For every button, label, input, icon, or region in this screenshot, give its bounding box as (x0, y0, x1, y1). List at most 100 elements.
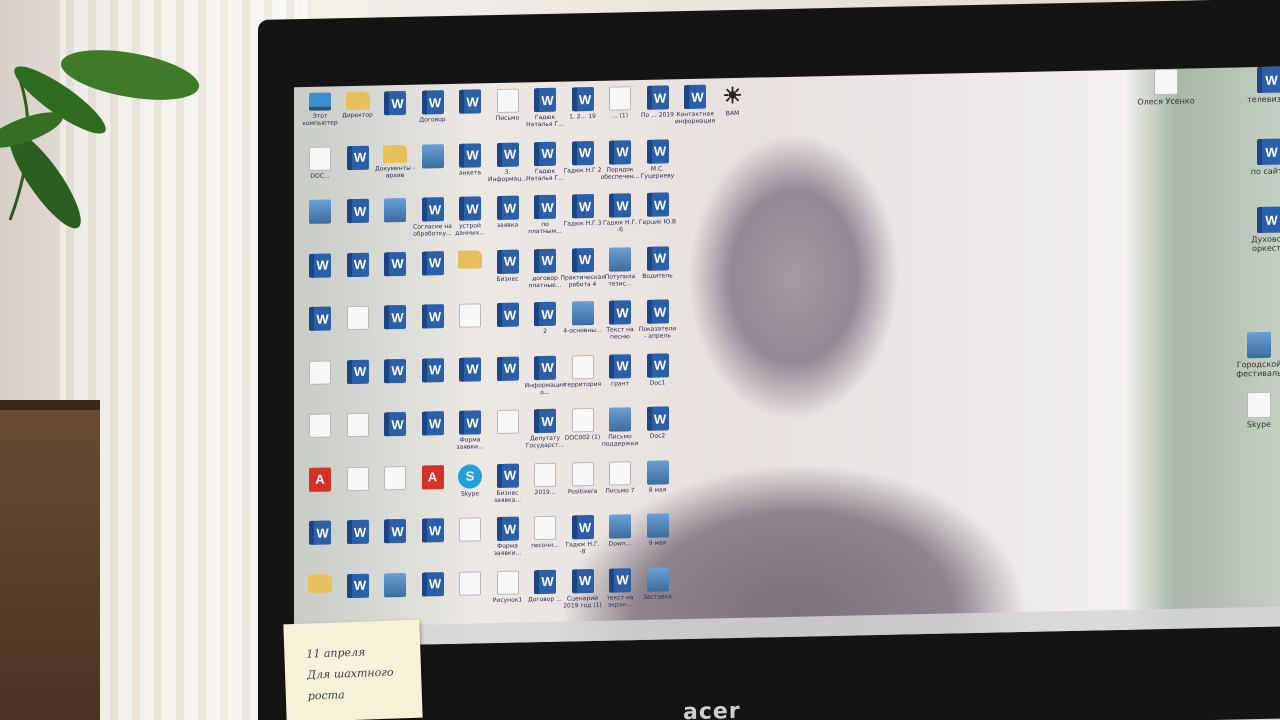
doc-icon-item[interactable] (450, 517, 490, 544)
word-document-icon-item[interactable]: W Гадюк Н.Г. -6 (600, 193, 640, 234)
sun-icon-item[interactable]: ☀ BAM (713, 83, 753, 118)
word-document-icon-item[interactable]: W (450, 356, 490, 384)
doc-icon-item[interactable]: DOC... (300, 145, 340, 180)
img-icon-item[interactable] (413, 143, 453, 170)
img-icon-item[interactable]: 8 мая (638, 459, 678, 494)
word-document-icon-item[interactable]: W По ... 2019 (638, 85, 678, 119)
word-document-icon-item[interactable]: W Форма заявки... (450, 410, 490, 451)
pdf-icon-item[interactable]: A (300, 466, 340, 494)
word-document-icon-item[interactable]: W Практическая работа 4 (561, 247, 605, 288)
word-document-icon-item[interactable]: W (338, 519, 378, 546)
word-document-icon-item[interactable]: W М.С. Гуцериеву (638, 138, 678, 180)
word-document-icon-item[interactable]: W (450, 89, 490, 116)
word-document-icon-item[interactable]: W Договор (413, 90, 453, 124)
doc-icon-item[interactable]: территория (563, 354, 603, 388)
word-document-icon-item[interactable]: W (488, 356, 528, 383)
word-document-icon-item[interactable]: W 3. Информац... (488, 142, 528, 183)
word-document-icon-item[interactable]: Wгрант (600, 353, 640, 387)
folder-icon-item[interactable]: Директор (338, 91, 378, 119)
word-document-icon-item[interactable]: Wпо платным... (525, 194, 565, 236)
word-document-icon-item[interactable]: W Порядок обеспечен... (600, 139, 640, 180)
doc-icon-item[interactable] (450, 570, 490, 598)
pdf-icon-item[interactable]: A (413, 464, 453, 491)
doc-icon-item[interactable]: 2019... (525, 462, 565, 496)
word-document-icon-item[interactable]: W (338, 252, 378, 279)
doc-icon-item[interactable] (450, 303, 490, 330)
word-document-icon-item[interactable]: W (488, 302, 528, 329)
word-document-icon-item[interactable]: Wтекст на экран... (600, 567, 640, 608)
word-document-icon-item[interactable]: W (300, 306, 340, 333)
word-document-icon-item[interactable]: Wтелевизор (1239, 66, 1280, 105)
word-document-icon-item[interactable]: W Герцик Ю.В (638, 192, 678, 226)
img-icon-item[interactable]: 4-основны... (563, 300, 603, 335)
img-icon-item[interactable]: Письмо поддержки (600, 407, 640, 448)
img-icon-item[interactable]: Городской фестиваль (1229, 331, 1280, 379)
word-document-icon-item[interactable]: W Контактная информация (675, 84, 715, 125)
word-document-icon-item[interactable]: Wанкета (450, 142, 490, 177)
img-icon-item[interactable] (375, 572, 415, 599)
word-document-icon-item[interactable]: Wустрой данных... (450, 196, 490, 237)
word-document-icon-item[interactable]: W (338, 198, 378, 225)
word-document-icon-item[interactable]: W (413, 357, 453, 384)
img-icon-item[interactable]: 9 мая (638, 513, 678, 547)
word-document-icon-item[interactable]: W (300, 520, 340, 547)
folder-icon-item[interactable]: Документы - архив (375, 144, 415, 179)
doc-icon-item[interactable]: песочн... (525, 515, 565, 550)
doc-icon-item[interactable]: Positivera (563, 461, 603, 495)
word-document-icon-item[interactable]: W (338, 145, 378, 172)
word-document-icon-item[interactable]: W Doc2 (638, 406, 678, 440)
doc-icon-item[interactable]: Письмо (488, 88, 528, 122)
word-document-icon-item[interactable]: W Бизнес (488, 249, 528, 283)
word-document-icon-item[interactable]: W (413, 571, 453, 598)
word-document-icon-item[interactable]: W Гадюк Н.Г.3 (563, 193, 603, 228)
word-document-icon-item[interactable]: W2 (525, 301, 565, 336)
word-document-icon-item[interactable]: Wдоговор платные... (525, 248, 565, 289)
doc-icon-item[interactable]: DOC002 (1) (563, 407, 603, 442)
doc-icon-item[interactable]: Олеся Усенко (1136, 68, 1196, 107)
doc-icon-item[interactable] (338, 412, 378, 439)
word-document-icon-item[interactable]: W Духовой оркестр (1239, 206, 1280, 253)
doc-icon-item[interactable] (375, 465, 415, 492)
img-icon-item[interactable]: Down... (600, 514, 640, 548)
word-document-icon-item[interactable]: W Согласие на обработку... (413, 197, 453, 238)
folder-icon-item[interactable] (450, 249, 490, 271)
doc-icon-item[interactable]: ... (1) (600, 86, 640, 120)
word-document-icon-item[interactable]: W (338, 359, 378, 386)
word-document-icon-item[interactable]: W (375, 358, 415, 385)
word-document-icon-item[interactable]: W Водитель (638, 245, 678, 280)
doc-icon-item[interactable]: Рисунок1 (488, 570, 528, 604)
word-document-icon-item[interactable]: Wзаявка (488, 195, 528, 229)
word-document-icon-item[interactable]: W Договор ... (525, 569, 565, 603)
word-document-icon-item[interactable]: W Показатели - апрель (638, 299, 678, 340)
doc-icon-item[interactable]: Письмо 7 (600, 460, 640, 494)
word-document-icon-item[interactable]: W (413, 411, 453, 438)
doc-icon-item[interactable]: Корзина (1214, 627, 1274, 648)
word-document-icon-item[interactable]: W (413, 518, 453, 545)
word-document-icon-item[interactable]: W Doc1 (638, 352, 678, 387)
word-document-icon-item[interactable]: W Депутату Государст... (525, 408, 565, 450)
doc-icon-item[interactable] (488, 409, 528, 436)
doc-icon-item[interactable] (300, 359, 340, 387)
word-document-icon-item[interactable]: W (338, 573, 378, 600)
word-document-icon-item[interactable]: W Текст на песню (600, 300, 640, 341)
img-icon-item[interactable]: Потупила тезис... (600, 246, 640, 287)
word-document-icon-item[interactable]: W (375, 518, 415, 546)
skype-icon-item[interactable]: S Skype (450, 463, 490, 498)
word-document-icon-item[interactable]: W Гадюк Наталья Г... (525, 141, 565, 182)
img-icon-item[interactable] (300, 199, 340, 226)
word-document-icon-item[interactable]: W (413, 250, 453, 277)
word-document-icon-item[interactable]: W Гадюк Наталья Г... (525, 87, 565, 129)
word-document-icon-item[interactable]: W 1, 2... 19 (563, 86, 603, 121)
img-icon-item[interactable] (375, 197, 415, 225)
word-document-icon-item[interactable]: W Форма заявки... (488, 516, 528, 557)
word-document-icon-item[interactable]: W Бизнес заявка... (488, 463, 528, 504)
doc-icon-item[interactable] (300, 413, 340, 440)
pc-icon-item[interactable]: Этот компьютер (300, 92, 340, 127)
word-document-icon-item[interactable]: Wпо сайту (1239, 138, 1280, 176)
word-document-icon-item[interactable]: W (375, 304, 415, 332)
word-document-icon-item[interactable]: W (375, 411, 415, 439)
img-icon-item[interactable]: Заставка (638, 566, 678, 601)
doc-icon-item[interactable]: Skype (1229, 391, 1280, 429)
word-document-icon-item[interactable]: W Гадюк Н.Г. -8 (563, 514, 603, 556)
word-document-icon-item[interactable]: W (375, 251, 415, 278)
